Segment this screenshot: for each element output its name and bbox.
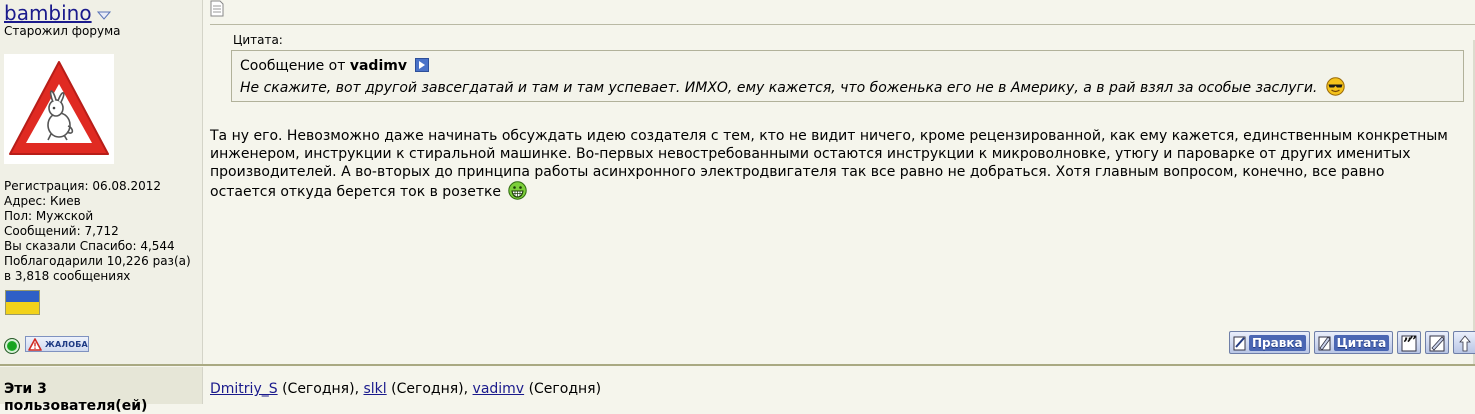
quote-button[interactable]: Цитата [1313,331,1394,354]
quote-from-prefix: Сообщение от [240,58,346,74]
arrow-up-icon [1459,334,1472,351]
view-post-arrow-icon[interactable] [415,58,430,72]
thanks-title: Эти 3 [4,381,47,397]
user-thanks-given: Вы сказали Спасибо: 4,544 [4,239,175,253]
quote-box: Сообщение от vadimv Не скажите, вот друг… [231,50,1464,102]
user-panel: bambino Старожил форума Регистрация: 06.… [0,0,203,364]
quote-body: Не скажите, вот другой завсегдатай и там… [240,80,1318,96]
user-gender: Пол: Мужской [4,209,94,223]
thanks-user-time: (Сегодня) [391,381,464,397]
quote-header: Сообщение от vadimv [240,58,430,74]
post-text-line: инженером, инструкции к стиральной машин… [210,146,1411,162]
grin-smiley-icon [507,181,527,200]
avatar[interactable] [4,54,114,164]
cool-smiley-icon [1326,77,1345,96]
svg-text:”: ” [1409,334,1417,350]
ukraine-flag-icon [5,290,40,315]
user-thanked-times: Поблагодарили 10,226 раз(а) [4,254,191,268]
multiquote-icon: ” ” [1401,334,1417,352]
edit-button[interactable]: Правка [1229,331,1310,354]
warning-sign-avatar-icon [4,54,114,164]
user-thanked-posts: в 3,818 сообщениях [4,269,131,283]
thanks-user-link[interactable]: Dmitriy_S [210,381,278,397]
post-divider [210,24,1475,25]
report-label: ЖАЛОБА [45,339,88,349]
quick-edit-icon [1429,335,1445,351]
post-separator [0,364,1475,366]
post-document-icon [210,0,224,17]
multi-quote-button[interactable]: ” ” [1397,331,1422,354]
post-text-line: остается откуда берется ток в розетке [210,184,502,200]
quote-text: Не скажите, вот другой завсегдатай и там… [240,77,1345,96]
quick-reply-button[interactable] [1425,331,1450,354]
quote-label: Цитата: [233,33,283,47]
user-address: Адрес: Киев [4,194,81,208]
username-link[interactable]: bambino [4,1,92,25]
thanks-panel: Эти 3 пользователя(ей) [0,367,203,414]
thanks-user-list: Dmitriy_S (Сегодня), slkl (Сегодня), vad… [210,381,602,397]
thanks-user-link[interactable]: vadimv [473,381,525,397]
quote-button-label: Цитата [1333,334,1390,351]
user-menu-arrow-icon[interactable] [97,10,111,20]
edit-label: Правка [1249,334,1306,351]
thanks-user-link[interactable]: slkl [363,381,386,397]
warning-icon [28,337,42,351]
registration-date: Регистрация: 06.08.2012 [4,179,162,193]
user-title: Старожил форума [4,24,121,38]
quote-pencil-icon [1318,335,1331,351]
post-text-line: Та ну его. Невозможно даже начинать обсу… [210,128,1448,144]
post-last-line: остается откуда берется ток в розетке [210,181,1475,201]
online-status-icon [4,338,20,354]
user-post-count: Сообщений: 7,712 [4,224,119,238]
thanks-title-cont: пользователя(ей) [4,398,148,414]
user-stats: Регистрация: 06.08.2012 Адрес: Киев Пол:… [4,179,191,284]
thanks-user-time: (Сегодня) [528,381,602,397]
post-actions: Правка Цитата ” ” [1229,331,1475,356]
thanks-user-time: (Сегодня) [282,381,355,397]
report-button[interactable]: ЖАЛОБА [25,336,89,352]
post-text-line: производителей. А во-вторых до принципа … [210,164,1385,180]
post-message: Та ну его. Невозможно даже начинать обсу… [210,127,1475,201]
scroll-top-button[interactable] [1453,331,1475,354]
quote-author: vadimv [349,58,407,74]
edit-icon [1233,336,1246,350]
